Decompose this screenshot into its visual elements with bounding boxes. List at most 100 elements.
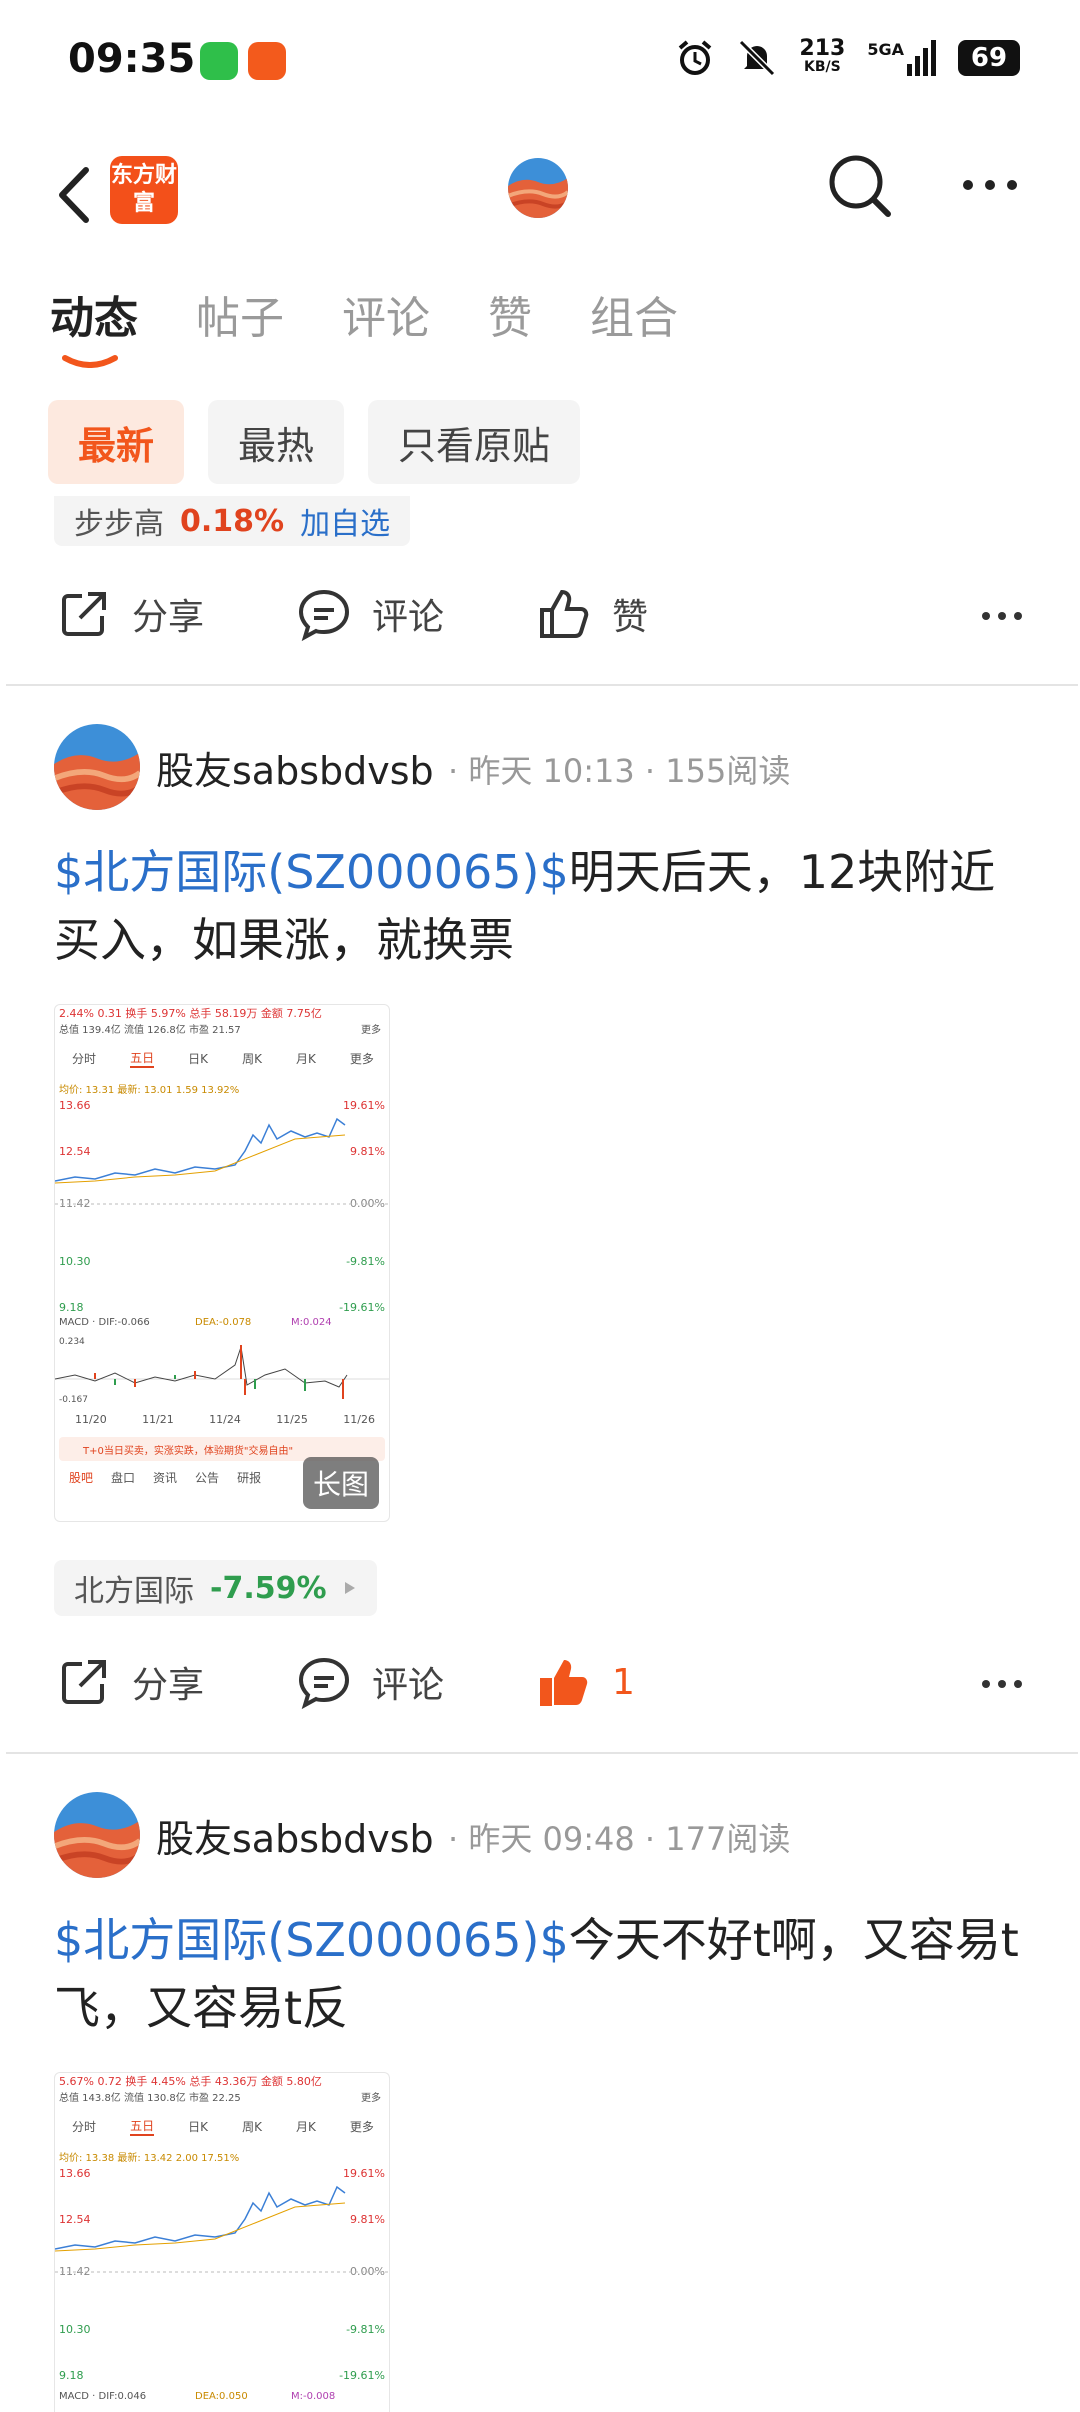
post-divider — [6, 684, 1078, 686]
comment-icon — [298, 1657, 350, 1710]
post-content[interactable]: $北方国际(SZ000065)$明天后天，12块附近买入，如果涨，就换票 — [54, 838, 1034, 974]
m-label: M:0.024 — [291, 1317, 332, 1328]
date-tick: 11/26 — [343, 1413, 375, 1426]
like-button[interactable]: 1 — [536, 1654, 635, 1710]
signal-icon: 5GA — [867, 40, 936, 76]
period-more: 更多 — [349, 2119, 374, 2134]
tab-posts[interactable]: 帖子 — [196, 282, 284, 346]
period-5day: 五日 — [130, 1049, 155, 1068]
post-meta: · 昨天 10:13 · 155阅读 — [448, 752, 791, 790]
macd-label: MACD · DIF:-0.066 — [59, 1317, 150, 1328]
stock-link[interactable]: $北方国际(SZ000065)$ — [54, 1913, 569, 1967]
price-line-chart — [55, 1117, 389, 1205]
post-action-bar: 分享 评论 1 — [0, 1640, 1080, 1730]
alarm-icon — [679, 40, 712, 75]
active-tab-indicator — [62, 355, 118, 368]
status-bar: 09:35 213 KB/S 5GA 69 — [0, 0, 1080, 120]
app-logo[interactable]: 东方财富 — [110, 156, 178, 224]
stock-tag[interactable]: 步步高 0.18% 加自选 — [54, 496, 411, 546]
price-line-chart — [55, 2185, 389, 2273]
period-month-k: 月K — [295, 2119, 316, 2134]
date-tick: 11/25 — [276, 1413, 308, 1426]
profile-tabs: 动态 帖子 评论 赞 组合 — [50, 282, 736, 346]
net-speed: 213 KB/S — [799, 36, 846, 76]
chart-more-label: 更多 — [361, 1025, 381, 1036]
chart-thumbnail[interactable]: 5.67% 0.72 换手 4.45% 总手 43.36万 金额 5.80亿 总… — [54, 2072, 390, 2412]
chart-period-tabs: 分时 五日 日K 周K 月K 更多 — [55, 2113, 389, 2139]
notification-app-icon — [248, 42, 286, 80]
post-more-icon[interactable] — [980, 1678, 1024, 1690]
back-arrow-icon[interactable] — [48, 160, 108, 230]
comment-button[interactable]: 评论 — [296, 1654, 444, 1710]
filter-latest[interactable]: 最新 — [48, 400, 185, 484]
dea-label: DEA:-0.078 — [195, 1317, 252, 1328]
date-tick: 11/24 — [209, 1413, 241, 1426]
filter-hot[interactable]: 最热 — [208, 400, 345, 484]
stock-link[interactable]: $北方国际(SZ000065)$ — [54, 845, 569, 899]
date-tick: 11/20 — [75, 1413, 107, 1426]
tab-comments[interactable]: 评论 — [342, 282, 430, 346]
macd-chart — [55, 1345, 389, 1399]
dea-label: DEA:0.050 — [195, 2391, 248, 2402]
m-label: M:-0.008 — [291, 2391, 336, 2402]
post-more-icon[interactable] — [980, 610, 1024, 622]
user-avatar[interactable] — [508, 158, 568, 218]
macd-label: MACD · DIF:0.046 — [59, 2391, 147, 2402]
period-more: 更多 — [349, 1051, 374, 1066]
comment-icon — [298, 589, 350, 642]
date-tick: 11/21 — [142, 1413, 174, 1426]
top-nav: 东方财富 — [0, 140, 1080, 260]
post-username[interactable]: 股友sabsbdvsb — [156, 1808, 434, 1863]
post-divider — [6, 1752, 1078, 1754]
chart-bottom-tabs: 股吧 盘口 资讯 公告 研报 — [69, 1471, 262, 1485]
period-month-k: 月K — [295, 1051, 316, 1066]
period-day-k: 日K — [188, 1051, 209, 1066]
chart-valuation-line: 总值 143.8亿 流值 130.8亿 市盈 22.25 — [59, 2093, 241, 2104]
chart-thumbnail[interactable]: 2.44% 0.31 换手 5.97% 总手 58.19万 金额 7.75亿 总… — [54, 1004, 390, 1522]
share-icon — [62, 1660, 106, 1704]
status-time: 09:35 — [68, 36, 196, 82]
post-content[interactable]: $北方国际(SZ000065)$今天不好t啊，又容易t飞，又容易t反 — [54, 1906, 1034, 2042]
post-username[interactable]: 股友sabsbdvsb — [156, 740, 434, 795]
stock-change: 0.18% — [180, 503, 285, 539]
chart-avg-line: 均价: 13.31 最新: 13.01 1.59 13.92% — [59, 1085, 240, 1096]
messages-app-icon — [200, 42, 238, 80]
post-avatar[interactable] — [54, 1792, 140, 1878]
stock-tag[interactable]: 北方国际 -7.59% — [54, 1560, 377, 1616]
like-button[interactable]: 赞 — [536, 586, 648, 642]
tab-dynamic[interactable]: 动态 — [50, 282, 138, 346]
period-intraday: 分时 — [72, 2119, 97, 2134]
thumbs-up-icon — [540, 589, 589, 638]
stock-name: 北方国际 — [74, 1574, 194, 1609]
period-5day: 五日 — [130, 2117, 155, 2136]
post-avatar[interactable] — [54, 724, 140, 810]
tab-likes[interactable]: 赞 — [488, 282, 532, 346]
chart-quote-line: 2.44% 0.31 换手 5.97% 总手 58.19万 金额 7.75亿 — [59, 1007, 322, 1020]
period-week-k: 周K — [242, 1051, 262, 1066]
tab-portfolio[interactable]: 组合 — [590, 282, 678, 346]
chart-date-axis: 11/20 11/21 11/24 11/25 11/26 — [75, 1413, 375, 1426]
search-icon[interactable] — [826, 152, 896, 222]
mute-bell-icon — [739, 39, 776, 77]
period-intraday: 分时 — [72, 1051, 97, 1066]
chart-avg-line: 均价: 13.38 最新: 13.42 2.00 17.51% — [59, 2153, 240, 2164]
thumbs-up-filled-icon — [540, 1660, 588, 1706]
share-button[interactable]: 分享 — [56, 1654, 204, 1710]
share-icon — [62, 592, 106, 636]
add-watchlist-link[interactable]: 加自选 — [300, 499, 390, 543]
like-count: 1 — [612, 1661, 635, 1703]
chart-more-label: 更多 — [361, 2093, 381, 2104]
period-week-k: 周K — [242, 2119, 262, 2134]
chart-quote-line: 5.67% 0.72 换手 4.45% 总手 43.36万 金额 5.80亿 — [59, 2075, 322, 2088]
stock-change: -7.59% — [210, 1570, 327, 1606]
chart-period-tabs: 分时 五日 日K 周K 月K 更多 — [55, 1045, 389, 1071]
period-day-k: 日K — [188, 2119, 209, 2134]
chart-valuation-line: 总值 139.4亿 流值 126.8亿 市盈 21.57 — [59, 1025, 241, 1036]
more-options-icon[interactable] — [960, 170, 1020, 200]
share-button[interactable]: 分享 — [56, 586, 204, 642]
post-meta: · 昨天 09:48 · 177阅读 — [448, 1820, 791, 1858]
filter-original-only[interactable]: 只看原贴 — [368, 400, 581, 484]
long-image-badge: 长图 — [302, 1457, 379, 1509]
filter-chips: 最新 最热 只看原贴 — [48, 400, 581, 484]
comment-button[interactable]: 评论 — [296, 586, 444, 642]
